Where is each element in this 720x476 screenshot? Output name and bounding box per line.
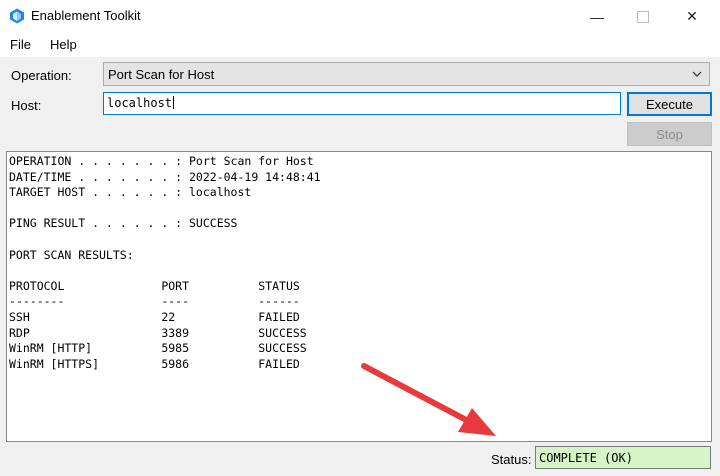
status-field: COMPLETE (OK) [535,446,711,469]
minimize-button[interactable]: — [574,0,620,33]
window-title: Enablement Toolkit [31,8,141,23]
menu-bar: File Help [0,33,720,57]
stop-button[interactable]: Stop [627,122,712,146]
chevron-down-icon [692,71,702,77]
app-logo-icon [10,8,24,24]
operation-label: Operation: [11,68,72,83]
menu-file[interactable]: File [10,37,31,52]
close-button[interactable]: ✕ [669,0,715,33]
text-caret [173,96,175,109]
status-label: Status: [491,452,532,467]
output-text: OPERATION . . . . . . . : Port Scan for … [9,154,321,371]
title-bar: Enablement Toolkit — ✕ [0,0,720,33]
operation-select-value: Port Scan for Host [108,67,215,82]
host-label: Host: [11,98,42,113]
maximize-button[interactable] [620,0,666,33]
host-input[interactable]: localhost [103,92,621,115]
menu-help[interactable]: Help [50,37,77,52]
maximize-icon [637,10,649,23]
output-textbox[interactable]: OPERATION . . . . . . . : Port Scan for … [6,151,712,442]
operation-select[interactable]: Port Scan for Host [103,62,710,86]
host-input-value: localhost [107,96,173,110]
execute-button[interactable]: Execute [627,92,712,116]
